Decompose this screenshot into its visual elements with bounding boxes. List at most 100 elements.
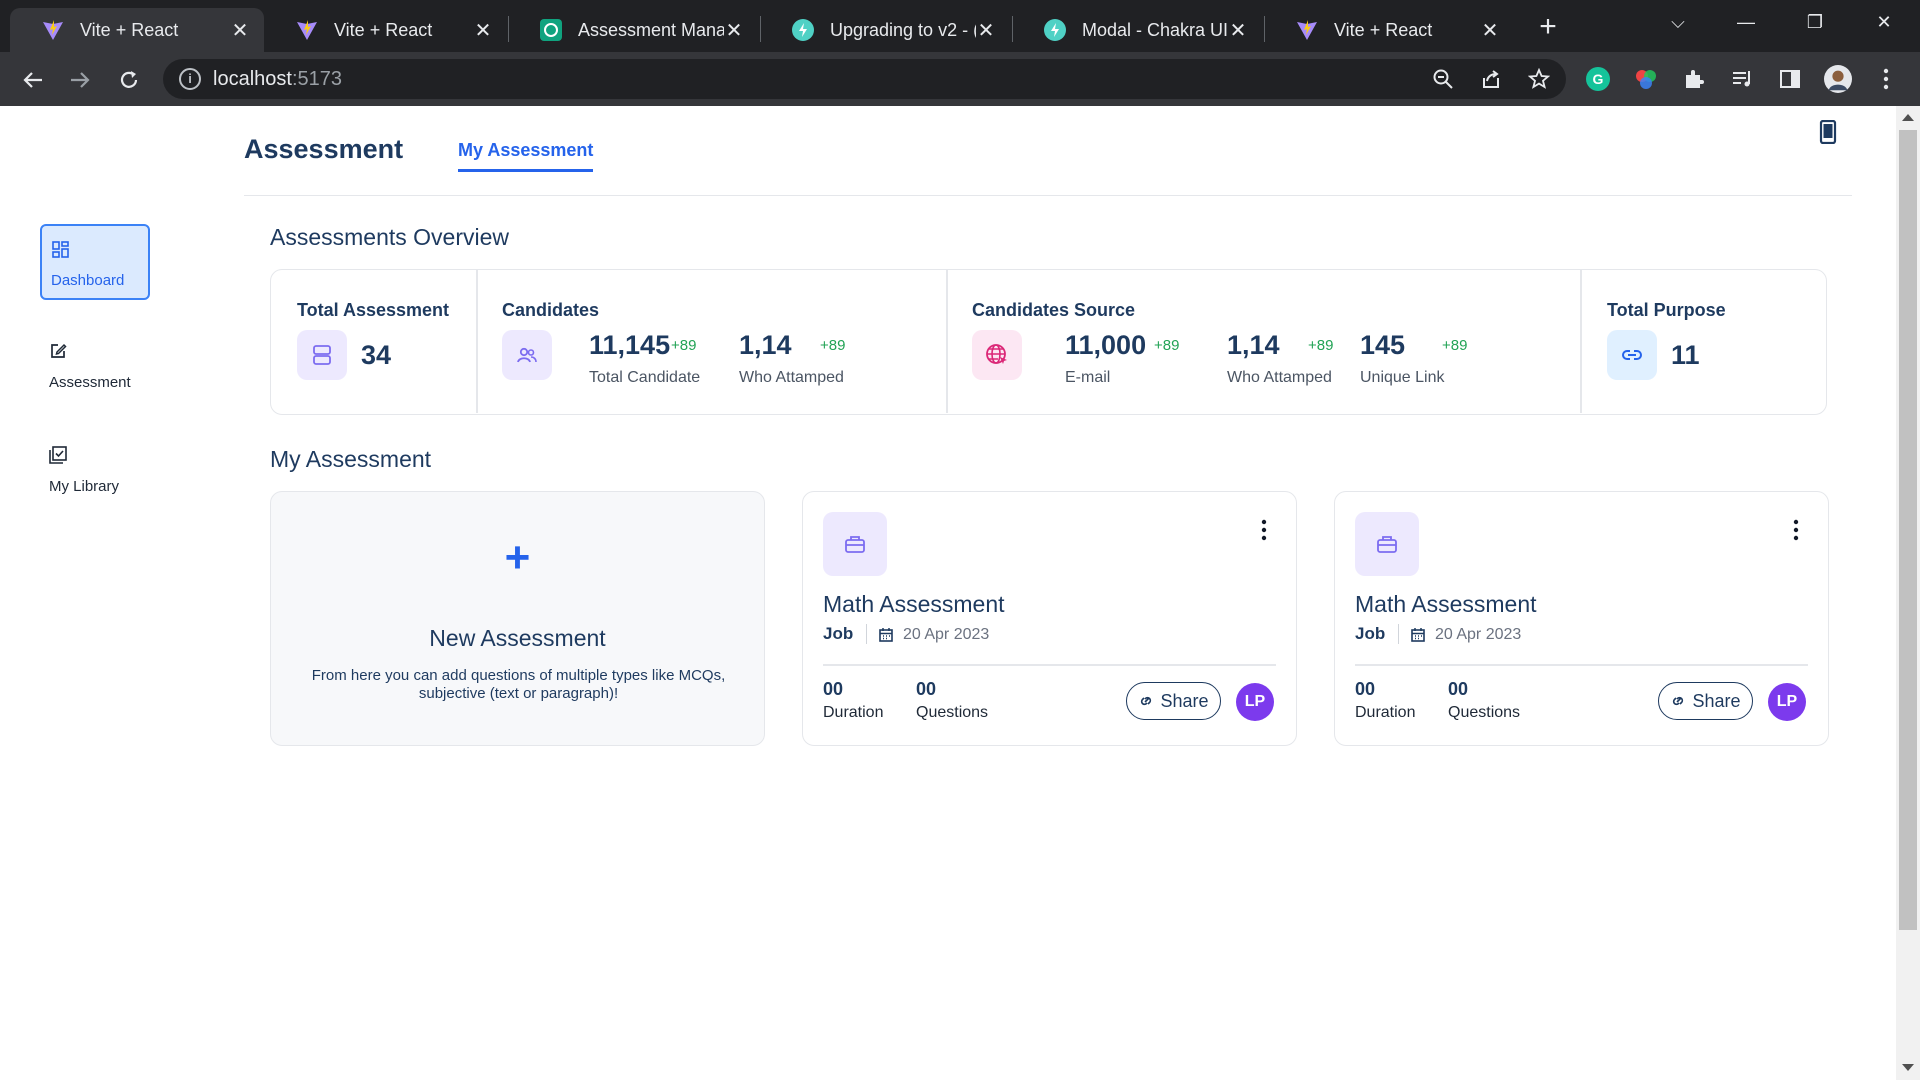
sidebar-item-label: Assessment (49, 374, 131, 391)
more-vertical-icon[interactable] (1792, 518, 1800, 542)
library-check-icon (49, 446, 69, 466)
sidebar-item-assessment[interactable]: Assessment (40, 328, 150, 404)
link-icon (1607, 330, 1657, 380)
close-icon[interactable]: ✕ (1228, 18, 1248, 43)
sidebar-item-label: Dashboard (51, 272, 125, 289)
tab-title: Modal - Chakra UI (1082, 19, 1228, 40)
candidates-label: Candidates (502, 300, 600, 320)
who-attamped-value: 1,14 (739, 330, 792, 360)
color-picker-icon[interactable] (1632, 65, 1660, 93)
candidates-source-label: Candidates Source (972, 300, 1136, 320)
layers-icon (297, 330, 347, 380)
assessment-date: 20 Apr 2023 (903, 626, 990, 643)
reload-icon[interactable] (113, 64, 145, 96)
scroll-up-arrow-icon[interactable] (1902, 114, 1914, 121)
new-assessment-title: New Assessment (429, 625, 606, 651)
browser-tab[interactable]: Modal - Chakra UI ✕ (1012, 8, 1262, 52)
close-icon[interactable]: ✕ (1480, 18, 1500, 43)
assessment-type: Job (1355, 624, 1386, 643)
who-attamped-label: Who Attamped (739, 369, 844, 386)
vite-icon (42, 19, 64, 41)
close-window-button[interactable]: ✕ (1864, 8, 1904, 36)
profile-avatar[interactable] (1824, 65, 1852, 93)
tab-title: Vite + React (334, 19, 433, 40)
svg-text:G: G (1593, 71, 1604, 87)
share-button[interactable]: Share (1126, 682, 1221, 720)
questions-value: 00 (1448, 679, 1469, 699)
sidebar-item-my-library[interactable]: My Library (40, 432, 150, 508)
duration-value: 00 (823, 679, 844, 699)
scroll-down-arrow-icon[interactable] (1902, 1064, 1914, 1071)
link-icon (1141, 696, 1152, 706)
more-vertical-icon[interactable] (1260, 518, 1268, 542)
forward-arrow-icon[interactable] (64, 64, 96, 96)
zoom-icon[interactable] (1431, 67, 1455, 91)
side-panel-icon[interactable] (1776, 65, 1804, 93)
assessment-date: 20 Apr 2023 (1435, 626, 1522, 643)
reading-list-icon[interactable] (1728, 65, 1756, 93)
url-text[interactable]: localhost:5173 (213, 68, 342, 91)
browser-tab[interactable]: Vite + React ✕ (1264, 8, 1514, 52)
tab-search-chevron-icon[interactable]: ⌵ (1658, 8, 1698, 36)
calendar-icon (878, 627, 894, 643)
share-label: Share (1692, 690, 1741, 711)
new-assessment-card[interactable]: + New Assessment From here you can add q… (270, 491, 765, 746)
calendar-icon (1410, 627, 1426, 643)
extensions-puzzle-icon[interactable] (1680, 65, 1708, 93)
duration-value: 00 (1355, 679, 1376, 699)
unique-link-label: Unique Link (1360, 369, 1445, 386)
assessment-title: Math Assessment (1355, 591, 1537, 617)
plus-icon[interactable]: + (271, 536, 764, 580)
total-purpose-value: 11 (1671, 340, 1700, 370)
scroll-thumb[interactable] (1899, 130, 1917, 930)
email-label: E-mail (1065, 369, 1111, 386)
close-icon[interactable]: ✕ (230, 18, 250, 43)
overview-title: Assessments Overview (270, 224, 510, 250)
grammarly-icon[interactable]: G (1584, 65, 1612, 93)
total-candidate-label: Total Candidate (589, 369, 701, 386)
overview-divider (476, 270, 478, 413)
page-viewport: Dashboard Assessment My Library Assessme… (0, 106, 1896, 1080)
who-attamped-label: Who Attamped (1227, 369, 1332, 386)
delta-badge: +89 (671, 337, 697, 354)
avatar[interactable]: LP (1236, 683, 1274, 721)
sidebar-item-label: My Library (49, 478, 120, 495)
close-icon[interactable]: ✕ (724, 18, 744, 43)
assessment-card[interactable]: Math Assessment Job 20 Apr 2023 00 Durat… (1334, 491, 1829, 746)
bookmark-star-icon[interactable] (1527, 67, 1551, 91)
tab-title: Assessment Manag (578, 19, 724, 40)
browser-tab[interactable]: Assessment Manag ✕ (508, 8, 758, 52)
delta-badge: +89 (1308, 337, 1334, 354)
minimize-button[interactable]: — (1726, 8, 1766, 36)
site-info-icon[interactable]: i (179, 68, 201, 90)
browser-tab[interactable]: Vite + React ✕ (10, 8, 264, 52)
kebab-menu-icon[interactable] (1872, 65, 1900, 93)
assessment-card[interactable]: Math Assessment Job 20 Apr 2023 00 Durat… (802, 491, 1297, 746)
url-host: localhost (213, 68, 292, 90)
share-page-icon[interactable] (1479, 67, 1503, 91)
new-tab-button[interactable]: + (1530, 10, 1566, 46)
back-arrow-icon[interactable] (17, 64, 49, 96)
restore-button[interactable]: ❐ (1795, 8, 1835, 36)
delta-badge: +89 (1154, 337, 1180, 354)
page-scrollbar[interactable] (1896, 106, 1920, 1080)
tab-title: Vite + React (80, 19, 179, 40)
share-button[interactable]: Share (1658, 682, 1753, 720)
browser-tab-bar: Vite + React ✕ Vite + React ✕ Assessment… (0, 0, 1920, 52)
who-attamped-value: 1,14 (1227, 330, 1280, 360)
sidebar-item-dashboard[interactable]: Dashboard (40, 224, 150, 300)
avatar[interactable]: LP (1768, 683, 1806, 721)
address-bar[interactable]: i localhost:5173 (163, 59, 1566, 99)
mobile-device-icon[interactable] (1818, 119, 1838, 145)
tab-my-assessment[interactable]: My Assessment (458, 140, 594, 172)
overview-divider (946, 270, 948, 413)
users-icon (502, 330, 552, 380)
close-icon[interactable]: ✕ (473, 18, 493, 43)
browser-tab[interactable]: Vite + React ✕ (264, 8, 507, 52)
questions-label: Questions (916, 704, 989, 721)
card-divider (1355, 664, 1808, 666)
close-icon[interactable]: ✕ (976, 18, 996, 43)
vite-icon (296, 19, 318, 41)
overview-card: Total Assessment 34 Candidates 11,145 +8… (270, 269, 1827, 415)
browser-tab[interactable]: Upgrading to v2 - ( ✕ (760, 8, 1010, 52)
